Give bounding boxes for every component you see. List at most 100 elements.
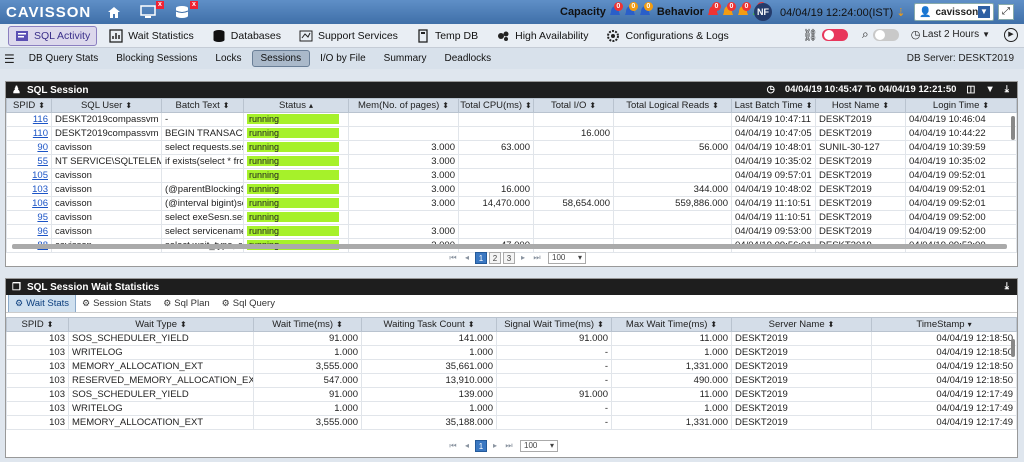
table-row[interactable]: 110DESKT2019compassvmBEGIN TRANSACTIONru… xyxy=(6,126,1017,141)
table-cell[interactable]: 90 xyxy=(6,140,52,155)
table-row[interactable]: 103 MEMORY_ALLOCATION_EXT 3,555.000 35,661.… xyxy=(6,359,1017,374)
page-button[interactable]: 1 xyxy=(475,252,487,264)
bell-icon[interactable]: 0 xyxy=(707,2,721,19)
column-header[interactable]: SPID ⬍ xyxy=(6,98,52,113)
table-row[interactable]: 103 WRITELOG 1.000 1.000-1.000 DESKT2019 04/0… xyxy=(6,345,1017,360)
tab-high-availability[interactable]: High Availability xyxy=(490,26,594,46)
column-header[interactable]: Total CPU(ms) ⬍ xyxy=(458,98,534,113)
subnav-deadlocks[interactable]: Deadlocks xyxy=(436,51,499,66)
prev-page-icon[interactable]: ◂ xyxy=(461,440,473,452)
user-dropdown[interactable]: 👤 cavisson ▼ xyxy=(914,3,994,21)
database-icon[interactable]: x xyxy=(170,1,198,21)
search-icon[interactable]: ⌕ xyxy=(862,27,869,42)
next-page-icon[interactable]: ▸ xyxy=(517,252,529,264)
table-row[interactable]: 103 SOS_SCHEDULER_YIELD 91.000 141.000 91.00… xyxy=(6,331,1017,346)
column-header[interactable]: Host Name ⬍ xyxy=(815,98,906,113)
table-row[interactable]: 55NT SERVICE\SQLTELEMETRYif exists(selec… xyxy=(6,154,1017,169)
table-row[interactable]: 95 cavisson select exeSesn.sess running 04/0… xyxy=(6,210,1017,225)
subnav-summary[interactable]: Summary xyxy=(376,51,435,66)
tab-support-services[interactable]: Support Services xyxy=(293,26,404,46)
table-cell[interactable]: 105 xyxy=(6,168,52,183)
table-cell[interactable]: 110 xyxy=(6,126,52,141)
column-header[interactable]: Mem(No. of pages) ⬍ xyxy=(348,98,459,113)
menu-icon[interactable]: ☰ xyxy=(0,52,21,66)
subtab-session-stats[interactable]: ⚙ Session Stats xyxy=(76,295,157,312)
column-header[interactable]: Server Name ⬍ xyxy=(731,317,872,332)
bell-icon[interactable]: 0 xyxy=(737,2,751,19)
column-header[interactable]: TimeStamp ▾ xyxy=(871,317,1017,332)
tree-icon[interactable]: ⛓ xyxy=(803,28,818,42)
subnav-locks[interactable]: Locks xyxy=(207,51,249,66)
column-header[interactable]: Batch Text ⬍ xyxy=(161,98,244,113)
table-row[interactable]: 103 WRITELOG 1.000 1.000-1.000 DESKT2019 04/0… xyxy=(6,401,1017,416)
sync-icon[interactable]: ⇣ xyxy=(896,7,905,19)
table-cell[interactable]: 116 xyxy=(6,112,52,127)
bell-icon[interactable]: 0 xyxy=(722,2,736,19)
table-row[interactable]: 103cavisson(@parentBlockingSessrunning 3.… xyxy=(6,182,1017,197)
tab-configurations-logs[interactable]: Configurations & Logs xyxy=(600,26,734,46)
table-cell[interactable]: 106 xyxy=(6,196,52,211)
table-cell[interactable]: 96 xyxy=(6,224,52,239)
bell-icon[interactable]: 0 xyxy=(639,2,653,19)
table-row[interactable]: 103 MEMORY_ALLOCATION_EXT 3,555.000 35,188.… xyxy=(6,415,1017,430)
expand-icon[interactable]: ⤢ xyxy=(998,4,1014,20)
table-row[interactable]: 96 cavisson select servicename, running 3.00… xyxy=(6,224,1017,239)
column-header[interactable]: Login Time ⬍ xyxy=(905,98,1017,113)
column-header[interactable]: SQL User ⬍ xyxy=(51,98,162,113)
column-header[interactable]: Status ▴ xyxy=(243,98,349,113)
table-cell[interactable]: 103 xyxy=(6,182,52,197)
subnav-db-query-stats[interactable]: DB Query Stats xyxy=(21,51,106,66)
download-icon[interactable]: ⤓ xyxy=(1005,281,1009,292)
table-row[interactable]: 103 SOS_SCHEDULER_YIELD 91.000 139.000 91.00… xyxy=(6,387,1017,402)
tab-wait-statistics[interactable]: Wait Statistics xyxy=(103,26,200,46)
bell-icon[interactable]: 0 xyxy=(624,2,638,19)
page-button[interactable]: 2 xyxy=(489,252,501,264)
table-row[interactable]: 116 DESKT2019compassvm - running 04/04/19 10… xyxy=(6,112,1017,127)
filter-icon[interactable]: ▼ xyxy=(985,84,994,95)
column-header[interactable]: Total Logical Reads ⬍ xyxy=(613,98,732,113)
subnav-io-by-file[interactable]: I/O by File xyxy=(312,51,374,66)
user-avatar[interactable]: NF xyxy=(754,3,772,21)
first-page-icon[interactable]: ⏮ xyxy=(447,252,459,264)
subtab-sql-plan[interactable]: ⚙ Sql Plan xyxy=(157,295,215,312)
column-header[interactable]: SPID ⬍ xyxy=(6,317,69,332)
vertical-scrollbar[interactable] xyxy=(1011,116,1015,140)
table-cell[interactable]: 55 xyxy=(6,154,52,169)
column-header[interactable]: Max Wait Time(ms) ⬍ xyxy=(611,317,732,332)
subtab-wait-stats[interactable]: ⚙ Wait Stats xyxy=(8,294,77,312)
tab-sql-activity[interactable]: SQL Activity xyxy=(8,25,98,46)
table-row[interactable]: 105 cavisson running 3.000 04/04/19 09:57:01… xyxy=(6,168,1017,183)
tree-toggle[interactable] xyxy=(822,28,849,41)
last-page-icon[interactable]: ⏭ xyxy=(531,252,543,264)
play-icon[interactable]: ▶ xyxy=(1004,27,1018,42)
page-button[interactable]: 3 xyxy=(503,252,515,264)
subtab-sql-query[interactable]: ⚙ Sql Query xyxy=(216,295,281,312)
column-header[interactable]: Wait Time(ms) ⬍ xyxy=(253,317,362,332)
page-size-select[interactable]: 100 xyxy=(520,440,558,452)
home-icon[interactable] xyxy=(102,3,126,21)
columns-icon[interactable]: ◫ xyxy=(966,84,975,95)
monitor-icon[interactable]: x xyxy=(136,1,164,21)
table-row[interactable]: 90cavissonselect requests.sessirunning 3.… xyxy=(6,140,1017,155)
next-page-icon[interactable]: ▸ xyxy=(489,440,501,452)
table-row[interactable]: 106cavisson(@interval bigint)selerunning… xyxy=(6,196,1017,211)
vertical-scrollbar[interactable] xyxy=(1011,339,1015,357)
chevron-down-icon[interactable]: ▼ xyxy=(982,30,990,39)
page-button[interactable]: 1 xyxy=(475,440,487,452)
column-header[interactable]: Signal Wait Time(ms) ⬍ xyxy=(496,317,612,332)
column-header[interactable]: Waiting Task Count ⬍ xyxy=(361,317,497,332)
horizontal-scrollbar[interactable] xyxy=(12,244,1007,249)
subnav-sessions[interactable]: Sessions xyxy=(251,50,311,67)
column-header[interactable]: Last Batch Time ⬍ xyxy=(731,98,816,113)
table-row[interactable]: 103 RESERVED_MEMORY_ALLOCATION_EXT 547.000… xyxy=(6,373,1017,388)
bell-icon[interactable]: 0 xyxy=(609,2,623,19)
subnav-blocking-sessions[interactable]: Blocking Sessions xyxy=(108,51,205,66)
time-range-select[interactable]: Last 2 Hours xyxy=(922,29,979,40)
prev-page-icon[interactable]: ◂ xyxy=(461,252,473,264)
tab-temp-db[interactable]: Temp DB xyxy=(410,26,484,46)
search-toggle[interactable] xyxy=(872,28,899,41)
column-header[interactable]: Wait Type ⬍ xyxy=(68,317,254,332)
column-header[interactable]: Total I/O ⬍ xyxy=(533,98,614,113)
page-size-select[interactable]: 100 xyxy=(548,252,586,264)
tab-databases[interactable]: Databases xyxy=(206,26,287,46)
